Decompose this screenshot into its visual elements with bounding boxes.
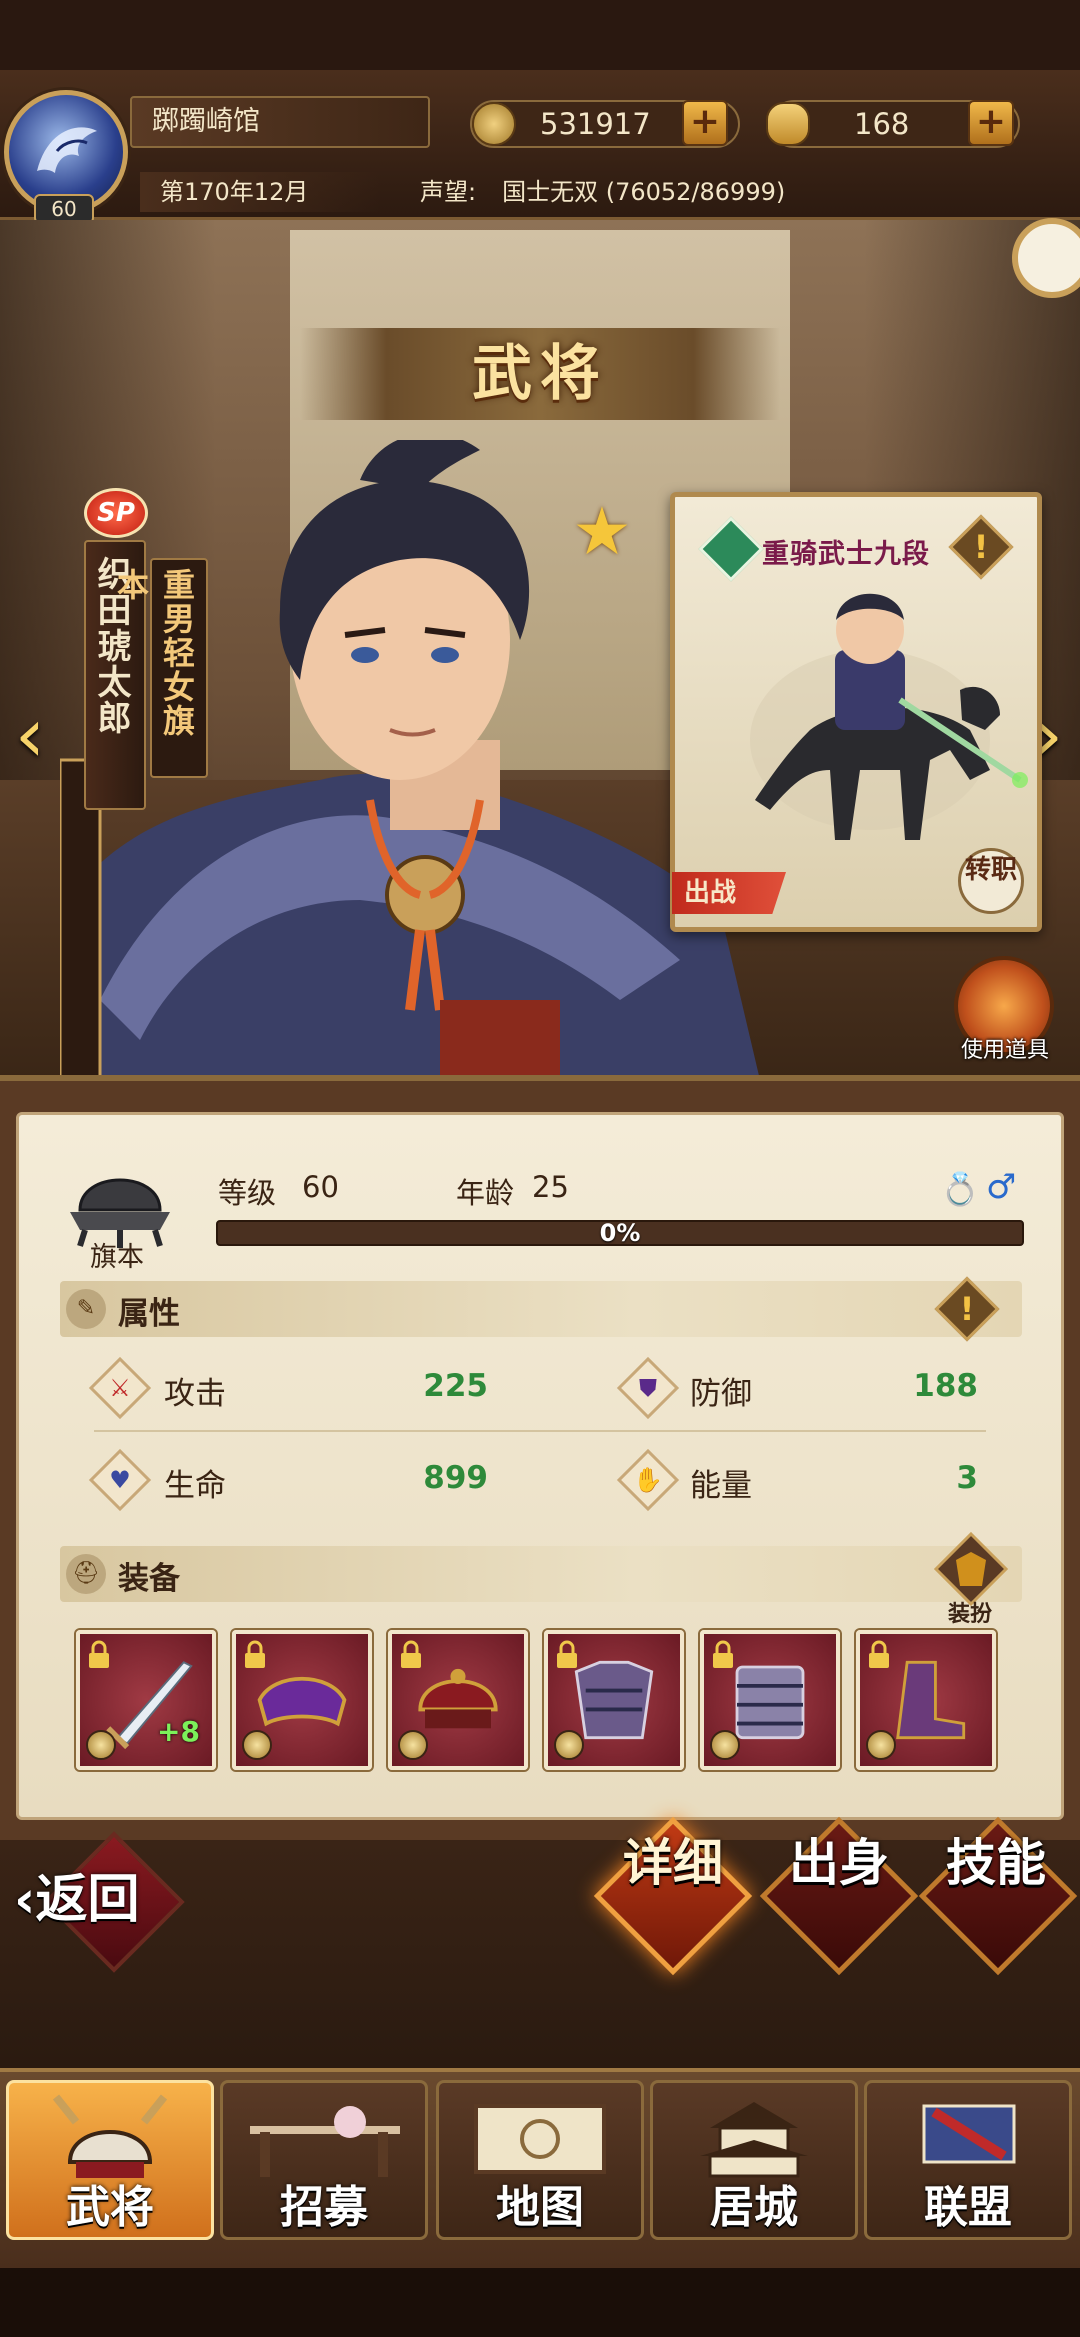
experience-percent: 0% xyxy=(599,1219,641,1247)
tab-origin[interactable]: 出身 xyxy=(764,1815,914,1975)
attack-glyph: ⚔ xyxy=(109,1374,131,1402)
job-change-button[interactable]: 转职 xyxy=(958,848,1024,914)
equipment-slot-armor[interactable] xyxy=(544,1630,684,1770)
hp-glyph: ♥ xyxy=(109,1466,131,1494)
age-label: 年龄 xyxy=(456,1176,515,1210)
nav-alliance-label[interactable]: 联盟 xyxy=(864,2180,1072,2236)
lock-icon xyxy=(713,1640,733,1668)
equipment-slot-saddle[interactable] xyxy=(232,1630,372,1770)
deploy-tag: 出战 xyxy=(672,872,786,914)
male-gender-icon: ♂ xyxy=(986,1167,1017,1207)
energy-value: 3 xyxy=(956,1460,978,1496)
outfit-label[interactable]: 装扮 xyxy=(934,1596,1006,1628)
alliance-banner-icon xyxy=(922,2104,1016,2164)
enhance-level: +8 xyxy=(157,1715,200,1748)
gear-icon xyxy=(866,1730,896,1760)
game-date: 第170年12月 xyxy=(140,172,380,212)
unit-info-icon[interactable]: ! xyxy=(958,524,1004,570)
mounted-samurai-sprite xyxy=(750,593,1028,840)
age-value: 25 xyxy=(532,1170,569,1204)
back-button[interactable]: ‹返回 xyxy=(14,1860,184,1940)
equipment-slot-greaves[interactable] xyxy=(700,1630,840,1770)
tab-skills-label[interactable]: 技能 xyxy=(936,1815,1056,1891)
tab-detail[interactable]: 详细 xyxy=(598,1815,748,1975)
hp-value: 899 xyxy=(423,1460,488,1496)
attributes-info-icon[interactable]: ! xyxy=(944,1286,990,1332)
nav-map-label[interactable]: 地图 xyxy=(436,2180,644,2236)
rice-bale-icon xyxy=(766,102,810,146)
equipment-slot-helmet[interactable] xyxy=(388,1630,528,1770)
equipment-section-title: 装备 xyxy=(118,1561,180,1597)
fame-display: 声望: 国士无双 (76052/86999) xyxy=(420,172,785,212)
add-coin-button[interactable]: + xyxy=(682,100,728,146)
katana-rack-icon xyxy=(250,2106,400,2177)
tab-skills[interactable]: 技能 xyxy=(921,1815,1071,1975)
use-item-label[interactable]: 使用道具 xyxy=(940,1032,1070,1064)
hp-label: 生命 xyxy=(164,1468,226,1504)
gear-icon xyxy=(86,1730,116,1760)
phoenix-icon xyxy=(37,127,97,173)
attack-label: 攻击 xyxy=(164,1376,226,1412)
attributes-divider xyxy=(94,1430,986,1432)
fame-label: 声望: xyxy=(420,178,477,206)
coin-value: 531917 xyxy=(540,107,651,141)
star-icon[interactable]: ★ xyxy=(566,496,638,568)
add-rice-button[interactable]: + xyxy=(968,100,1014,146)
rarity-badge: SP xyxy=(84,488,148,538)
lock-icon xyxy=(557,1640,577,1668)
defense-label: 防御 xyxy=(690,1376,752,1412)
fame-value: 国士无双 (76052/86999) xyxy=(502,178,786,206)
gear-icon xyxy=(242,1730,272,1760)
rank-label: 旗本 xyxy=(90,1242,144,1273)
lock-icon xyxy=(245,1640,265,1668)
hero-title: 重男轻女旗本 xyxy=(112,558,208,778)
energy-glyph: ✋ xyxy=(633,1466,663,1494)
equipment-slot-weapon[interactable]: +8 xyxy=(76,1630,216,1770)
gear-icon xyxy=(398,1730,428,1760)
back-label[interactable]: 返回 xyxy=(35,1870,139,1930)
ring-icon[interactable]: 💍 xyxy=(940,1172,980,1206)
level-value: 60 xyxy=(302,1170,339,1204)
attributes-section-header xyxy=(60,1281,1022,1337)
tab-origin-label[interactable]: 出身 xyxy=(779,1815,899,1891)
equipment-section-header xyxy=(60,1546,1022,1602)
attack-value: 225 xyxy=(423,1368,488,1404)
attributes-section-title: 属性 xyxy=(118,1296,180,1332)
unit-class-name: 重骑武士九段 xyxy=(762,539,930,570)
nav-recruit-label[interactable]: 招募 xyxy=(220,2180,428,2236)
tab-detail-label[interactable]: 详细 xyxy=(613,1815,733,1891)
defense-glyph: ⛊ xyxy=(639,1374,657,1402)
attributes-section-icon: ✎ xyxy=(66,1289,106,1329)
coin-icon xyxy=(472,102,516,146)
nav-generals-label[interactable]: 武将 xyxy=(6,2180,214,2236)
location-name[interactable]: 踯躅崎馆 xyxy=(130,96,430,148)
gear-icon xyxy=(710,1730,740,1760)
level-label: 等级 xyxy=(218,1176,277,1210)
lock-icon xyxy=(869,1640,889,1668)
equipment-slot-boots[interactable] xyxy=(856,1630,996,1770)
defense-value: 188 xyxy=(913,1368,978,1404)
nav-castle-label[interactable]: 居城 xyxy=(650,2180,858,2236)
equipment-section-icon: ⛑ xyxy=(66,1554,106,1594)
page-title: 武将 xyxy=(472,339,608,409)
kabuto-helmet-icon xyxy=(52,2094,168,2178)
lock-icon xyxy=(89,1640,109,1668)
scroll-map-icon xyxy=(474,2104,606,2174)
gear-icon xyxy=(554,1730,584,1760)
energy-label: 能量 xyxy=(690,1468,752,1504)
bottom-safe-area xyxy=(0,2268,1080,2337)
lock-icon xyxy=(401,1640,421,1668)
previous-hero-arrow[interactable]: ‹ xyxy=(10,690,50,780)
rice-value: 168 xyxy=(854,107,910,141)
castle-icon xyxy=(700,2102,808,2178)
